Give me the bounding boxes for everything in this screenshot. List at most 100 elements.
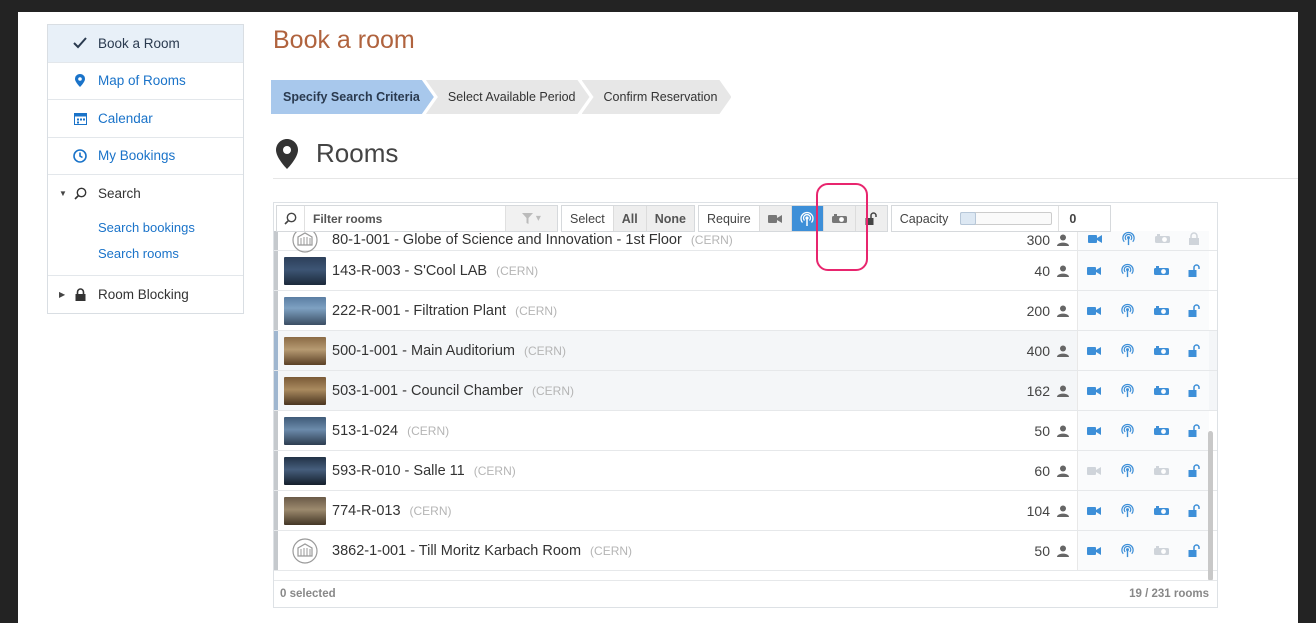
room-name: 80-1-001 - Globe of Science and Innovati… [332, 231, 682, 248]
row-stripe [274, 371, 278, 410]
capacity-number: 60 [1034, 462, 1050, 479]
require-group: Require [697, 205, 888, 232]
room-site: (CERN) [590, 543, 633, 558]
lock-icon [1189, 232, 1200, 245]
caret-down-icon: ▼ [59, 189, 67, 199]
person-icon [1057, 465, 1069, 477]
room-name: 774-R-013 [332, 502, 401, 519]
unlock-icon [1188, 424, 1200, 437]
capacity-number: 104 [1026, 502, 1050, 519]
room-row[interactable]: 222-R-001 - Filtration Plant (CERN) 200 [274, 291, 1217, 331]
require-unlocked-toggle[interactable] [854, 206, 887, 231]
room-capacity: 50 [1034, 543, 1069, 559]
room-row[interactable]: 774-R-013 (CERN) 104 [274, 491, 1217, 531]
room-site: (CERN) [532, 383, 575, 398]
funnel-icon [522, 213, 534, 224]
capacity-value-input[interactable]: 0 [1058, 206, 1110, 231]
room-row[interactable]: 503-1-001 - Council Chamber (CERN) 162 [274, 371, 1217, 411]
room-thumbnail [284, 496, 326, 525]
wizard-steps: Specify Search Criteria Select Available… [271, 80, 723, 114]
unlock-icon [865, 212, 878, 225]
room-row[interactable]: 80-1-001 - Globe of Science and Innovati… [274, 231, 1217, 253]
row-stripe [274, 331, 278, 370]
unlock-icon [1188, 544, 1200, 557]
webcast-icon [1121, 543, 1134, 558]
room-capacity: 200 [1027, 303, 1069, 319]
scrollbar[interactable] [1208, 431, 1213, 581]
room-name: 503-1-001 - Council Chamber [332, 382, 524, 399]
sidebar-item-label: Calendar [98, 110, 153, 126]
unlock-icon [1188, 304, 1200, 317]
sidebar-item-room-blocking[interactable]: ▶ Room Blocking [48, 276, 243, 314]
sidebar-item-search[interactable]: ▼ Search [48, 175, 243, 213]
select-all-button[interactable]: All [612, 206, 646, 231]
step-specify-search-criteria[interactable]: Specify Search Criteria [271, 80, 434, 114]
video-camera-icon [1087, 386, 1102, 395]
heading-divider [273, 178, 1298, 179]
room-row[interactable]: 513-1-024 (CERN) 50 [274, 411, 1217, 451]
require-webcast-toggle[interactable] [790, 206, 823, 231]
room-thumbnail [284, 256, 326, 285]
webcast-icon [1121, 263, 1134, 278]
require-label: Require [706, 211, 751, 226]
capacity-slider[interactable] [960, 212, 1053, 225]
row-stripe [274, 531, 278, 570]
video-camera-icon [1087, 346, 1102, 355]
projector-icon [1153, 385, 1169, 395]
sidebar-menu: Book a Room Map of Rooms Calendar My Boo… [47, 24, 244, 314]
building-icon [292, 537, 318, 564]
row-stripe [274, 291, 278, 330]
room-features [1077, 251, 1209, 290]
projector-icon [1153, 505, 1169, 515]
checkmark-icon [72, 37, 88, 49]
calendar-icon [72, 112, 88, 125]
projector-icon [1155, 233, 1171, 243]
sidebar-item-label: Map of Rooms [98, 73, 186, 89]
step-select-available-period[interactable]: Select Available Period [426, 80, 590, 114]
sidebar-item-calendar[interactable]: Calendar [48, 100, 243, 138]
video-camera-icon [768, 214, 783, 223]
select-group: Select All None [561, 205, 695, 232]
sidebar-link-search-bookings[interactable]: Search bookings [98, 215, 243, 241]
projector-icon [1153, 425, 1169, 435]
capacity-number: 162 [1026, 382, 1050, 399]
sidebar-group-search: ▼ Search Search bookings Search rooms [48, 175, 243, 276]
room-site: (CERN) [690, 232, 733, 247]
room-thumbnail [284, 296, 326, 325]
room-row[interactable]: 593-R-010 - Salle 11 (CERN) 60 [274, 451, 1217, 491]
sidebar-link-search-rooms[interactable]: Search rooms [98, 241, 243, 267]
room-capacity: 162 [1027, 383, 1069, 399]
filter-box: Filter rooms ▾ [276, 205, 558, 232]
require-projector-toggle[interactable] [822, 206, 855, 231]
row-stripe [274, 451, 278, 490]
room-row[interactable]: 500-1-001 - Main Auditorium (CERN) 400 [274, 331, 1217, 371]
person-icon [1057, 234, 1069, 246]
filter-rooms-input[interactable]: Filter rooms [305, 212, 505, 226]
room-thumbnail [284, 537, 326, 565]
sidebar-item-label: Search [98, 186, 141, 202]
room-row[interactable]: 143-R-003 - S'Cool LAB (CERN) 40 [274, 251, 1217, 291]
map-pin-icon [72, 74, 88, 88]
person-icon [1057, 265, 1069, 277]
sidebar-item-book-a-room[interactable]: Book a Room [48, 25, 243, 63]
capacity-number: 400 [1026, 342, 1050, 359]
room-thumbnail [284, 416, 326, 445]
sidebar-item-label: My Bookings [98, 148, 176, 164]
rooms-heading: Rooms [276, 138, 398, 169]
select-none-button[interactable]: None [645, 206, 694, 231]
sidebar-item-map-of-rooms[interactable]: Map of Rooms [48, 63, 243, 100]
room-row[interactable]: 3862-1-001 - Till Moritz Karbach Room (C… [274, 531, 1217, 571]
webcast-icon [1121, 423, 1134, 438]
filter-funnel-dropdown[interactable]: ▾ [505, 206, 557, 231]
room-thumbnail [284, 336, 326, 365]
room-capacity: 300 [1027, 232, 1069, 248]
sidebar-item-my-bookings[interactable]: My Bookings [48, 138, 243, 175]
map-pin-icon [276, 138, 298, 169]
room-features [1077, 451, 1209, 490]
room-features [1077, 371, 1209, 410]
row-stripe [274, 231, 278, 250]
require-video-toggle[interactable] [758, 206, 791, 231]
webcast-icon [800, 211, 814, 226]
slider-handle[interactable] [960, 212, 977, 225]
step-confirm-reservation[interactable]: Confirm Reservation [582, 80, 732, 114]
